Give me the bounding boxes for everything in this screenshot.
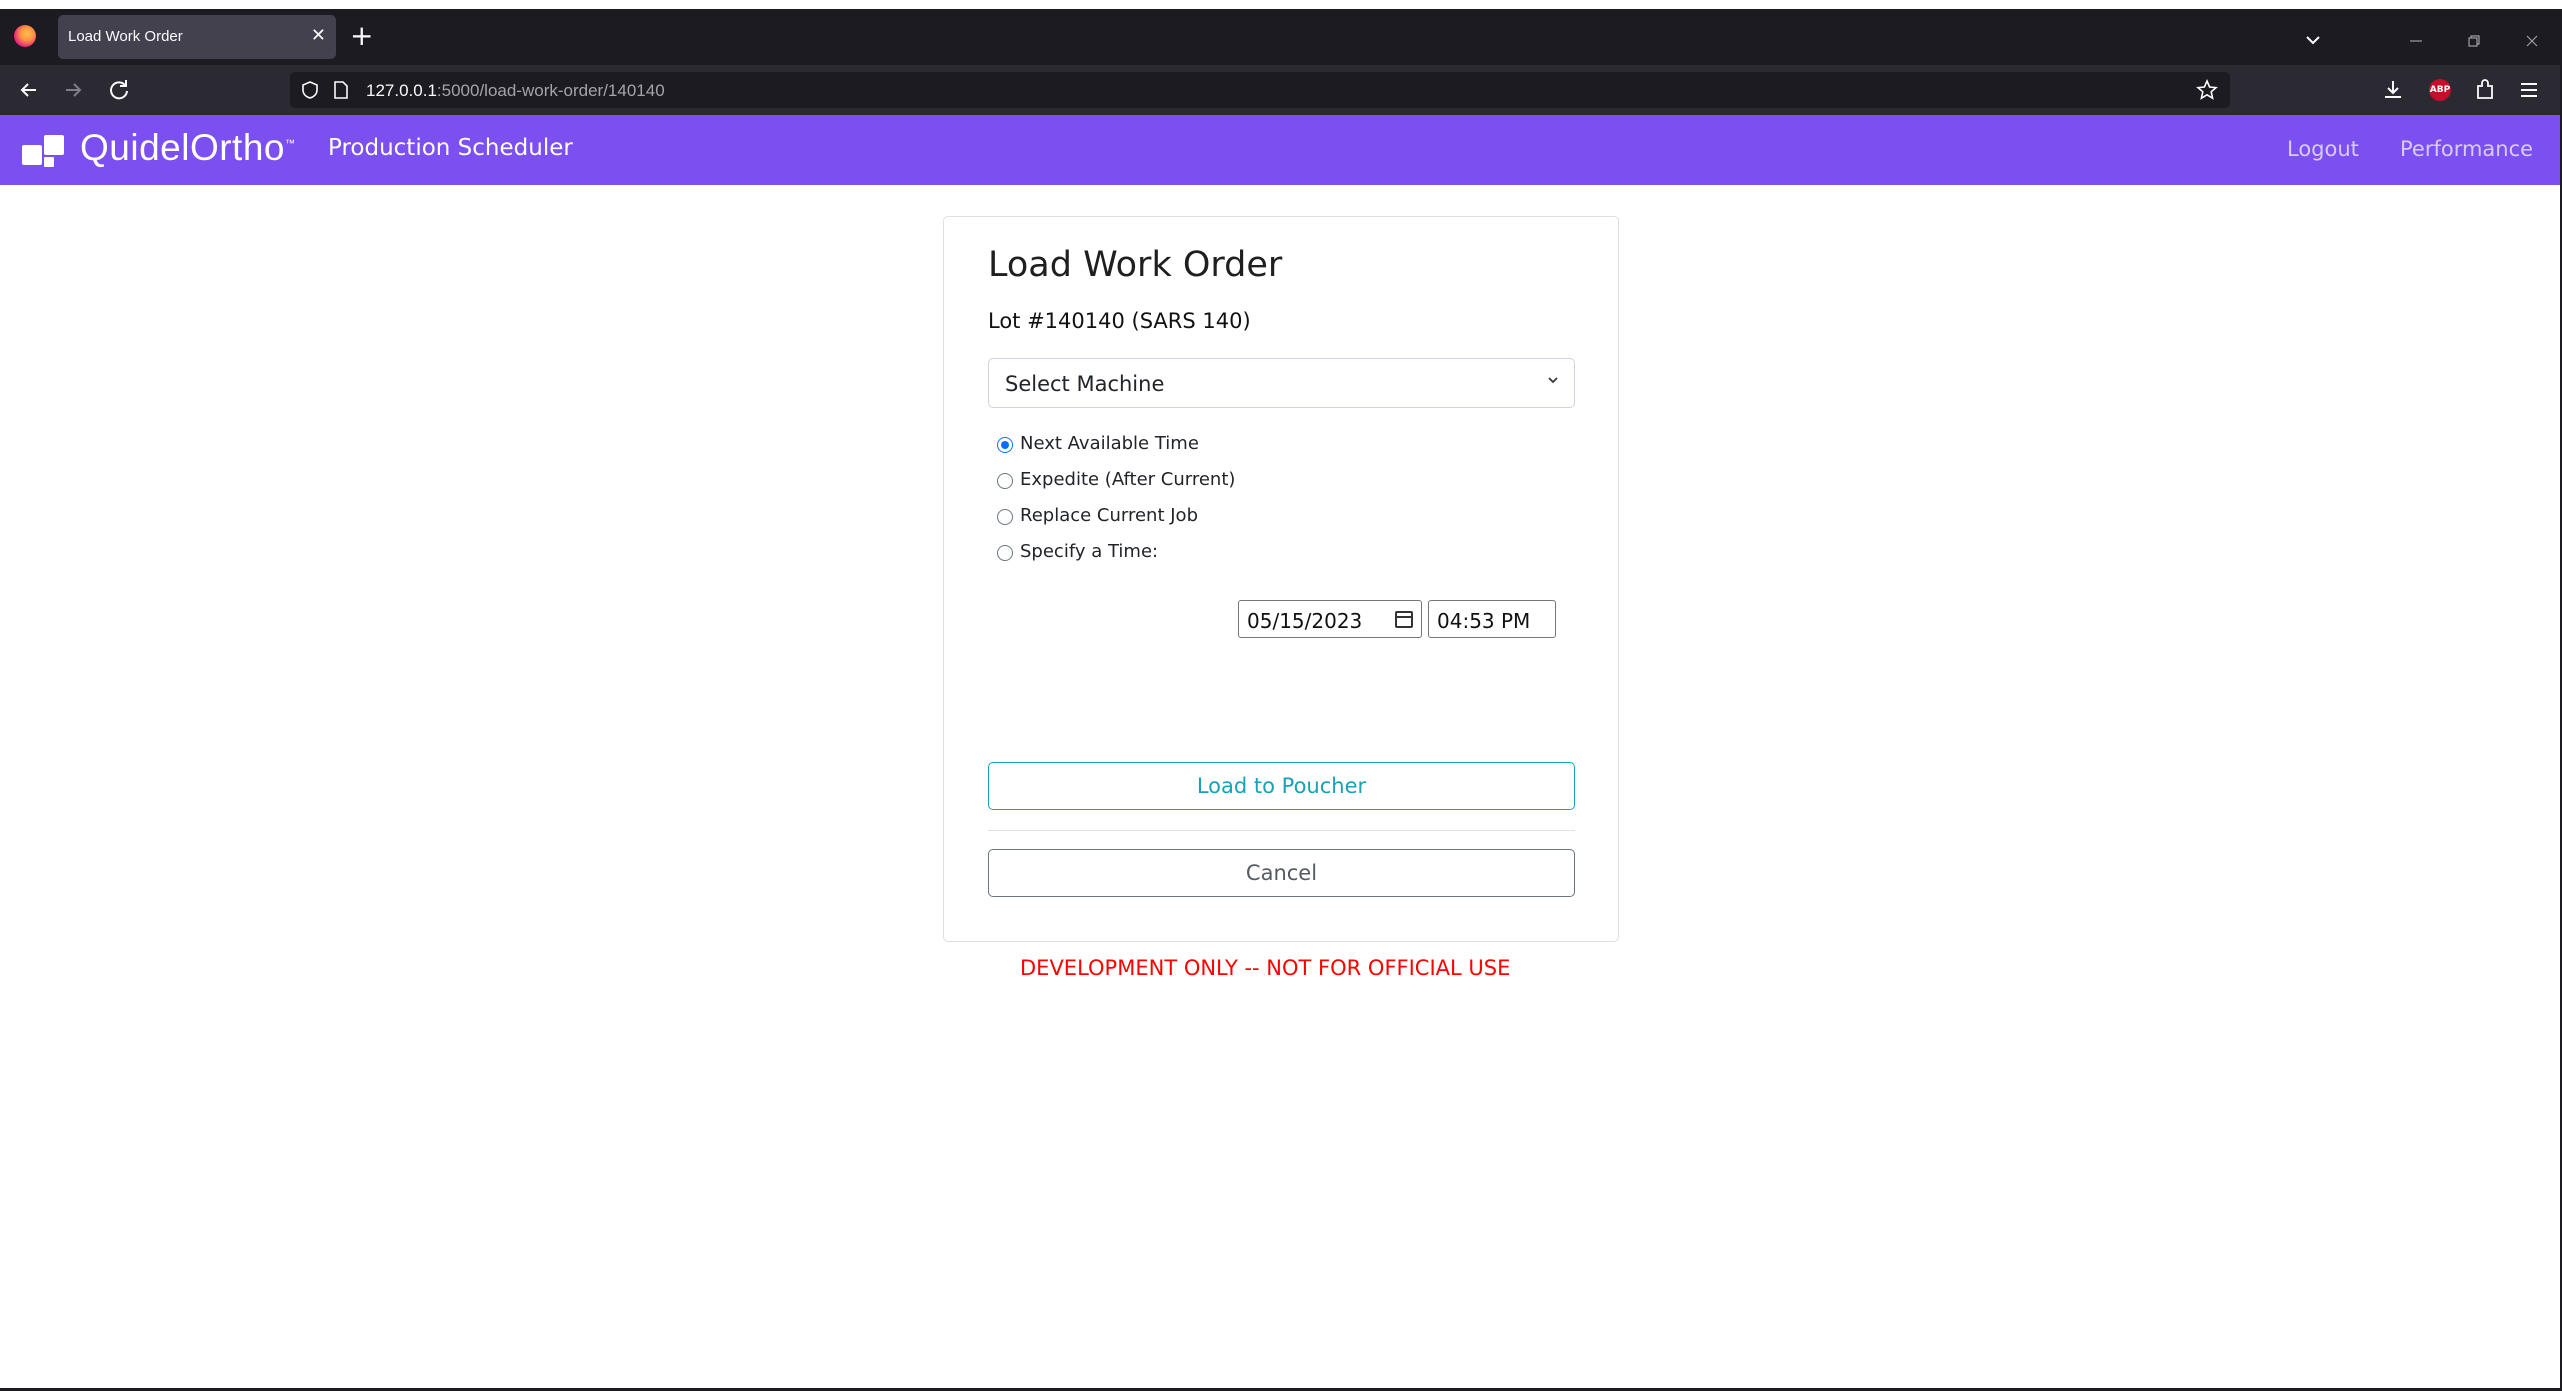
firefox-logo-icon bbox=[14, 25, 36, 47]
chevron-down-icon bbox=[1548, 377, 1558, 384]
brand-name[interactable]: QuidelOrtho™ bbox=[80, 127, 296, 169]
tab-title: Load Work Order bbox=[68, 28, 183, 45]
brand-text: QuidelOrtho bbox=[80, 127, 285, 168]
adblock-plus-icon[interactable]: ABP bbox=[2429, 79, 2451, 101]
radio-label: Next Available Time bbox=[1020, 433, 1199, 454]
url-path: :5000/load-work-order/140140 bbox=[436, 81, 665, 100]
machine-select-value: Select Machine bbox=[1005, 372, 1165, 396]
star-icon[interactable] bbox=[2196, 79, 2218, 101]
radio-label: Expedite (After Current) bbox=[1020, 469, 1236, 490]
page-title: Load Work Order bbox=[988, 245, 1283, 285]
date-input[interactable]: 05/15/2023 bbox=[1238, 600, 1422, 638]
forward-arrow-icon[interactable] bbox=[58, 75, 88, 105]
load-to-poucher-button[interactable]: Load to Poucher bbox=[988, 762, 1575, 810]
time-value: 04:53 PM bbox=[1437, 609, 1531, 633]
close-icon[interactable]: ✕ bbox=[311, 25, 326, 47]
back-arrow-icon[interactable] bbox=[14, 75, 44, 105]
menu-icon[interactable] bbox=[2516, 77, 2542, 103]
radio-label: Specify a Time: bbox=[1020, 541, 1159, 562]
time-input[interactable]: 04:53 PM bbox=[1428, 600, 1556, 638]
plus-icon[interactable]: + bbox=[350, 22, 373, 50]
development-warning: DEVELOPMENT ONLY -- NOT FOR OFFICIAL USE bbox=[1020, 956, 1511, 980]
restore-icon[interactable] bbox=[2466, 33, 2482, 49]
logout-link[interactable]: Logout bbox=[2287, 137, 2359, 161]
url-host: 127.0.0.1 bbox=[366, 81, 437, 100]
calendar-icon[interactable] bbox=[1395, 611, 1413, 628]
radio-label: Replace Current Job bbox=[1020, 505, 1198, 526]
download-icon[interactable] bbox=[2380, 77, 2406, 103]
brand-trademark: ™ bbox=[285, 138, 296, 150]
page-icon[interactable] bbox=[332, 80, 350, 100]
url-bar[interactable]: 127.0.0.1:5000/load-work-order/140140 bbox=[290, 72, 2230, 108]
browser-tab-bar: Load Work Order ✕ + bbox=[0, 9, 2562, 65]
radio-next-available[interactable] bbox=[997, 437, 1013, 453]
lot-label: Lot #140140 (SARS 140) bbox=[988, 309, 1251, 333]
load-work-order-card: Load Work Order Lot #140140 (SARS 140) S… bbox=[943, 216, 1619, 942]
radio-expedite[interactable] bbox=[997, 473, 1013, 489]
performance-link[interactable]: Performance bbox=[2400, 137, 2533, 161]
browser-nav-bar: 127.0.0.1:5000/load-work-order/140140 AB… bbox=[0, 65, 2562, 115]
machine-select[interactable]: Select Machine bbox=[988, 358, 1575, 408]
cancel-button[interactable]: Cancel bbox=[988, 849, 1575, 897]
quidelortho-logo-icon bbox=[22, 135, 66, 167]
browser-tab[interactable]: Load Work Order ✕ bbox=[58, 15, 336, 59]
radio-specify-time[interactable] bbox=[997, 545, 1013, 561]
window-top-edge bbox=[0, 0, 2562, 9]
radio-replace-current[interactable] bbox=[997, 509, 1013, 525]
app-header: QuidelOrtho™ Production Scheduler Logout… bbox=[0, 115, 2562, 185]
app-title[interactable]: Production Scheduler bbox=[328, 135, 573, 161]
extensions-icon[interactable] bbox=[2472, 77, 2498, 103]
chevron-down-icon[interactable] bbox=[2302, 29, 2324, 51]
divider bbox=[988, 830, 1575, 831]
shield-icon[interactable] bbox=[300, 80, 320, 100]
minimize-icon[interactable] bbox=[2408, 33, 2424, 49]
window-close-icon[interactable] bbox=[2524, 33, 2540, 49]
date-value: 05/15/2023 bbox=[1247, 609, 1363, 633]
reload-icon[interactable] bbox=[104, 75, 134, 105]
url-text: 127.0.0.1:5000/load-work-order/140140 bbox=[366, 81, 665, 101]
